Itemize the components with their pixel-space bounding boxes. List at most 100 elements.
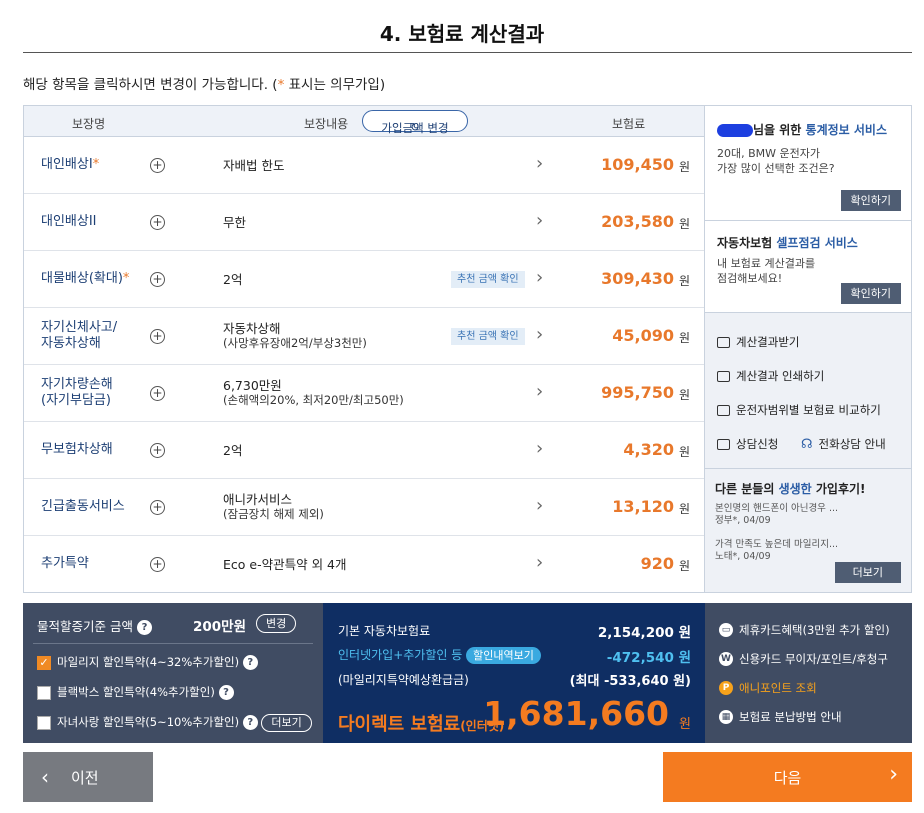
- coverage-name: 자기차량손해 (자기부담금): [41, 365, 113, 421]
- property-change-button[interactable]: 변경: [256, 614, 297, 633]
- expand-plus-icon[interactable]: +: [150, 386, 165, 401]
- coverage-name-text: 대인배상II: [41, 214, 97, 229]
- chevron-right-icon[interactable]: ›: [536, 495, 543, 516]
- self-title-a: 자동차보험: [717, 236, 777, 250]
- desc-main: Eco e-약관특약 외 4개: [223, 556, 347, 572]
- expand-plus-icon[interactable]: +: [150, 158, 165, 173]
- expand-plus-icon[interactable]: +: [150, 272, 165, 287]
- compare-driver-range-link[interactable]: 운전자범위별 보험료 비교하기: [717, 402, 881, 418]
- checkbox[interactable]: [37, 685, 51, 700]
- checkbox-checked[interactable]: ✓: [37, 655, 51, 670]
- reviews-more-button[interactable]: 더보기: [834, 562, 901, 583]
- direct-premium-value: 1,681,660: [483, 694, 669, 733]
- phone-consult-link[interactable]: ☊ 전화상담 안내: [801, 436, 886, 452]
- print-result-label: 계산결과 인쇄하기: [736, 369, 825, 383]
- table-row[interactable]: 무보험차상해 + 2억 › 4,320 원: [24, 422, 704, 479]
- print-result-link[interactable]: 계산결과 인쇄하기: [717, 368, 824, 384]
- expand-plus-icon[interactable]: +: [150, 500, 165, 515]
- expand-plus-icon[interactable]: +: [150, 215, 165, 230]
- recommend-amount-badge[interactable]: 추천 금액 확인: [451, 328, 525, 345]
- table-row[interactable]: 추가특약 + Eco e-약관특약 외 4개 › 920 원: [24, 536, 704, 593]
- help-icon[interactable]: ?: [242, 655, 258, 670]
- currency-label: 원: [678, 445, 690, 459]
- card-benefit-link[interactable]: ▭ 제휴카드혜택(3만원 추가 할인): [719, 622, 890, 638]
- coverage-name: 자기신체사고/자동차상해: [41, 308, 117, 364]
- expand-plus-icon[interactable]: +: [150, 329, 165, 344]
- next-button[interactable]: 다음 ›: [663, 752, 912, 802]
- discount-label-text: 인터넷가입+추가할인 등: [338, 648, 463, 662]
- change-amount-label: 가입금액 변경: [381, 121, 449, 135]
- mileage-option[interactable]: ✓ 마일리지 할인특약(4~32%추가할인) ?: [37, 654, 258, 670]
- checkbox[interactable]: [37, 715, 51, 730]
- desc-main: 자동차상해: [223, 321, 281, 336]
- property-damage-row: 물적할증기준 금액 ?: [37, 616, 152, 635]
- desc-main: 6,730만원: [223, 378, 282, 393]
- chevron-right-icon[interactable]: ›: [536, 210, 543, 231]
- total-unit: 원: [679, 717, 691, 732]
- chevron-right-icon[interactable]: ›: [536, 381, 543, 402]
- help-icon[interactable]: ?: [242, 715, 258, 730]
- mileage-refund-value: (최대 -533,640 원): [569, 674, 691, 689]
- table-row[interactable]: 대물배상(확대) * + 2억 추천 금액 확인 › 309,430 원: [24, 251, 704, 308]
- prev-label: 이전: [71, 768, 99, 787]
- table-row[interactable]: 대인배상II + 무한 › 203,580 원: [24, 194, 704, 251]
- table-row[interactable]: 자기차량손해 (자기부담금) + 6,730만원 (손해액의20%, 최저20만/최…: [24, 365, 704, 422]
- chevron-right-icon[interactable]: ›: [536, 153, 543, 174]
- blackbox-option[interactable]: 블랙박스 할인특약(4%추가할인) ?: [37, 684, 234, 700]
- consult-request-link[interactable]: 상담신청: [717, 436, 778, 452]
- reviews-title: 다른 분들의 생생한 가입후기!: [715, 480, 866, 497]
- child-more-button[interactable]: 더보기: [261, 714, 312, 732]
- property-label: 물적할증기준 금액: [37, 619, 133, 634]
- expand-plus-icon[interactable]: +: [150, 443, 165, 458]
- mileage-refund-label: (마일리지특약예상환급금): [338, 673, 469, 687]
- coverage-name-text: 대물배상(확대): [41, 271, 123, 286]
- premium-amount: 309,430: [601, 269, 674, 288]
- coverage-name-text: 자기신체사고/: [41, 320, 118, 335]
- options-panel: 물적할증기준 금액 ? 200만원 변경 ✓ 마일리지 할인특약(4~32%추가할…: [23, 603, 323, 743]
- anypoint-link[interactable]: P 애니포인트 조회: [719, 680, 817, 696]
- table-row[interactable]: 자기신체사고/자동차상해 + 자동차상해 (사망후유장애2억/부상3천만) 추천 …: [24, 308, 704, 365]
- prev-button[interactable]: ‹ 이전: [23, 752, 153, 802]
- review-item[interactable]: 가격 만족도 높은데 마일리지... 노태*, 04/09: [715, 539, 838, 563]
- coverage-table: 보장명 보장내용 ↻ 가입금액 변경 보험료 대인배상I * + 자배법 한도 › …: [23, 105, 704, 593]
- chevron-right-icon[interactable]: ›: [536, 438, 543, 459]
- divider: [33, 643, 313, 644]
- premium-amount: 45,090: [612, 326, 674, 345]
- total-label: 다이렉트 보험료: [338, 714, 461, 735]
- chevron-right-icon[interactable]: ›: [536, 324, 543, 345]
- coverage-name: 추가특약: [41, 536, 89, 592]
- discount-details-button[interactable]: 할인내역보기: [466, 647, 541, 664]
- self-title-b: 셀프점검 서비스: [776, 236, 858, 250]
- chevron-right-icon[interactable]: ›: [536, 267, 543, 288]
- point-icon: P: [719, 681, 733, 695]
- change-amount-button[interactable]: ↻ 가입금액 변경: [362, 110, 468, 135]
- table-row[interactable]: 긴급출동서비스 + 애니카서비스 (잠금장치 해제 제외) › 13,120 원: [24, 479, 704, 536]
- recommend-amount-badge[interactable]: 추천 금액 확인: [451, 271, 525, 288]
- child-option[interactable]: 자녀사랑 할인특약(5~10%추가할인) ? 더보기: [37, 714, 312, 732]
- compare-label: 운전자범위별 보험료 비교하기: [736, 403, 881, 417]
- credit-card-link[interactable]: W 신용카드 무이자/포인트/후청구: [719, 651, 888, 667]
- child-option-label: 자녀사랑 할인특약(5~10%추가할인): [57, 715, 240, 729]
- reviews-panel: 다른 분들의 생생한 가입후기! 본인명의 핸드폰이 아닌경우 ... 정부*, …: [705, 469, 911, 592]
- help-icon[interactable]: ?: [218, 685, 234, 700]
- premium-summary: 기본 자동차보험료 2,154,200 원 인터넷가입+추가할인 등 할인내역보…: [323, 603, 705, 743]
- coverage-name-text: 대인배상I: [41, 157, 93, 172]
- expand-plus-icon[interactable]: +: [150, 557, 165, 572]
- currency-label: 원: [678, 217, 690, 231]
- property-value: 200만원: [193, 619, 247, 635]
- edit-icon: [717, 404, 730, 416]
- table-row[interactable]: 대인배상I * + 자배법 한도 › 109,450 원: [24, 137, 704, 194]
- coverage-name: 대물배상(확대) *: [41, 251, 129, 307]
- actions-panel: 계산결과받기 계산결과 인쇄하기 운전자범위별 보험료 비교하기 상담신청 ☊ 전…: [705, 313, 911, 469]
- blackbox-option-label: 블랙박스 할인특약(4%추가할인): [57, 685, 215, 699]
- self-check-confirm-button[interactable]: 확인하기: [840, 283, 901, 304]
- chevron-right-icon[interactable]: ›: [536, 552, 543, 573]
- notice-suffix: 표시는 의무가입): [284, 77, 386, 93]
- stats-confirm-button[interactable]: 확인하기: [840, 190, 901, 211]
- get-result-link[interactable]: 계산결과받기: [717, 334, 799, 350]
- required-mark: *: [122, 271, 130, 286]
- review-item[interactable]: 본인명의 핸드폰이 아닌경우 ... 정부*, 04/09: [715, 503, 838, 527]
- review-meta: 노태*, 04/09: [715, 551, 771, 562]
- installment-link[interactable]: ▦ 보험료 분납방법 안내: [719, 709, 842, 725]
- help-icon[interactable]: ?: [136, 620, 152, 635]
